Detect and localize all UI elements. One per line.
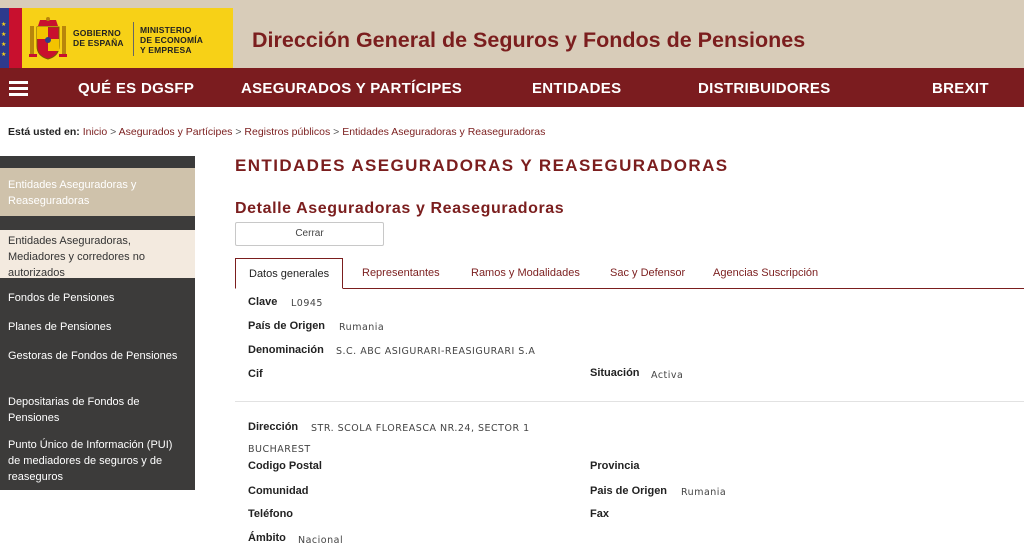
provincia-label: Provincia — [590, 460, 640, 472]
site-title[interactable]: Dirección General de Seguros y Fondos de… — [252, 28, 805, 53]
government-logo[interactable]: ★ ★ ★ ★ GOBIERNO DE ESPAÑA MINISTERIO DE… — [0, 8, 233, 68]
sidebar-topbar — [0, 156, 195, 168]
tab-sac-defensor[interactable]: Sac y Defensor — [610, 258, 685, 289]
sidebar: Entidades Aseguradoras y Reaseguradoras … — [0, 156, 195, 490]
site-header: ★ ★ ★ ★ GOBIERNO DE ESPAÑA MINISTERIO DE… — [0, 0, 1024, 68]
section-title: Detalle Aseguradoras y Reaseguradoras — [235, 200, 565, 217]
clave-label: Clave — [248, 296, 278, 308]
tab-representantes[interactable]: Representantes — [362, 258, 440, 289]
close-button[interactable]: Cerrar — [235, 222, 384, 246]
breadcrumb-lead: Está usted en: — [8, 126, 80, 138]
main-nav: QUÉ ES DGSFP ASEGURADOS Y PARTÍCIPES ENT… — [0, 68, 1024, 107]
sidebar-item-entidades-aseguradoras[interactable]: Entidades Aseguradoras y Reaseguradoras — [0, 168, 195, 216]
sidebar-item-gestoras[interactable]: Gestoras de Fondos de Pensiones — [0, 338, 195, 384]
sidebar-item-pui[interactable]: Punto Único de Información (PUI) de medi… — [0, 429, 195, 490]
breadcrumb-separator: > — [235, 126, 242, 138]
denominacion-value: S.C. ABC ASIGURARI-REASIGURARI S.A — [336, 346, 536, 357]
breadcrumb-entidades[interactable]: Entidades Aseguradoras y Reaseguradoras — [342, 126, 545, 138]
situacion-label: Situación — [590, 367, 640, 379]
sidebar-item-fondos-pensiones[interactable]: Fondos de Pensiones — [0, 278, 195, 308]
breadcrumb-registros[interactable]: Registros públicos — [244, 126, 330, 138]
sidebar-item-depositarias[interactable]: Depositarias de Fondos de Pensiones — [0, 384, 195, 429]
cif-label: Cif — [248, 368, 263, 380]
nav-item-brexit[interactable]: BREXIT — [932, 80, 989, 97]
breadcrumb-separator: > — [333, 126, 340, 138]
pais-origen-value: Rumania — [339, 322, 385, 333]
breadcrumb-asegurados[interactable]: Asegurados y Partícipes — [119, 126, 233, 138]
section-divider — [235, 401, 1024, 402]
logo-divider — [133, 22, 134, 56]
tab-agencias-suscripcion[interactable]: Agencias Suscripción — [713, 258, 818, 289]
telefono-label: Teléfono — [248, 508, 294, 520]
ciudad-value: BUCHAREST — [248, 444, 311, 455]
nav-item-asegurados[interactable]: ASEGURADOS Y PARTÍCIPES — [241, 80, 462, 97]
pais-origen-2-label: Pais de Origen — [590, 485, 668, 497]
clave-value: L0945 — [291, 298, 323, 309]
fax-label: Fax — [590, 508, 609, 520]
detail-tabs: Datos generales Representantes Ramos y M… — [235, 258, 1024, 289]
breadcrumb-inicio[interactable]: Inicio — [83, 126, 108, 138]
sidebar-item-no-autorizados[interactable]: Entidades Aseguradoras, Mediadores y cor… — [0, 230, 195, 279]
breadcrumb-separator: > — [110, 126, 117, 138]
sidebar-gap — [0, 216, 195, 230]
pais-origen-2-value: Rumania — [681, 487, 727, 498]
sidebar-item-planes-pensiones[interactable]: Planes de Pensiones — [0, 308, 195, 338]
coat-of-arms-icon — [29, 17, 67, 60]
direccion-value: STR. SCOLA FLOREASCA NR.24, SECTOR 1 — [311, 423, 530, 434]
nav-item-que-es-dgsfp[interactable]: QUÉ ES DGSFP — [78, 80, 194, 97]
direccion-label: Dirección — [248, 421, 299, 433]
ambito-value: Nacional — [298, 535, 344, 546]
ministry-name: MINISTERIO DE ECONOMÍA Y EMPRESA — [140, 25, 204, 55]
tab-ramos-modalidades[interactable]: Ramos y Modalidades — [471, 258, 580, 289]
denominacion-label: Denominación — [248, 344, 324, 356]
breadcrumb: Está usted en: Inicio > Asegurados y Par… — [8, 126, 545, 138]
government-name: GOBIERNO DE ESPAÑA — [73, 28, 124, 48]
page-title: ENTIDADES ASEGURADORAS Y REASEGURADORAS — [235, 156, 729, 175]
comunidad-label: Comunidad — [248, 485, 309, 497]
nav-item-entidades[interactable]: ENTIDADES — [532, 80, 621, 97]
nav-item-distribuidores[interactable]: DISTRIBUIDORES — [698, 80, 831, 97]
codigo-postal-label: Codigo Postal — [248, 460, 322, 472]
ambito-label: Ámbito — [248, 532, 286, 544]
situacion-value: Activa — [651, 370, 684, 381]
menu-icon[interactable] — [9, 81, 28, 97]
pais-origen-label: País de Origen — [248, 320, 326, 332]
eu-flag-icon: ★ ★ ★ ★ — [0, 8, 22, 68]
tab-datos-generales[interactable]: Datos generales — [235, 258, 344, 289]
